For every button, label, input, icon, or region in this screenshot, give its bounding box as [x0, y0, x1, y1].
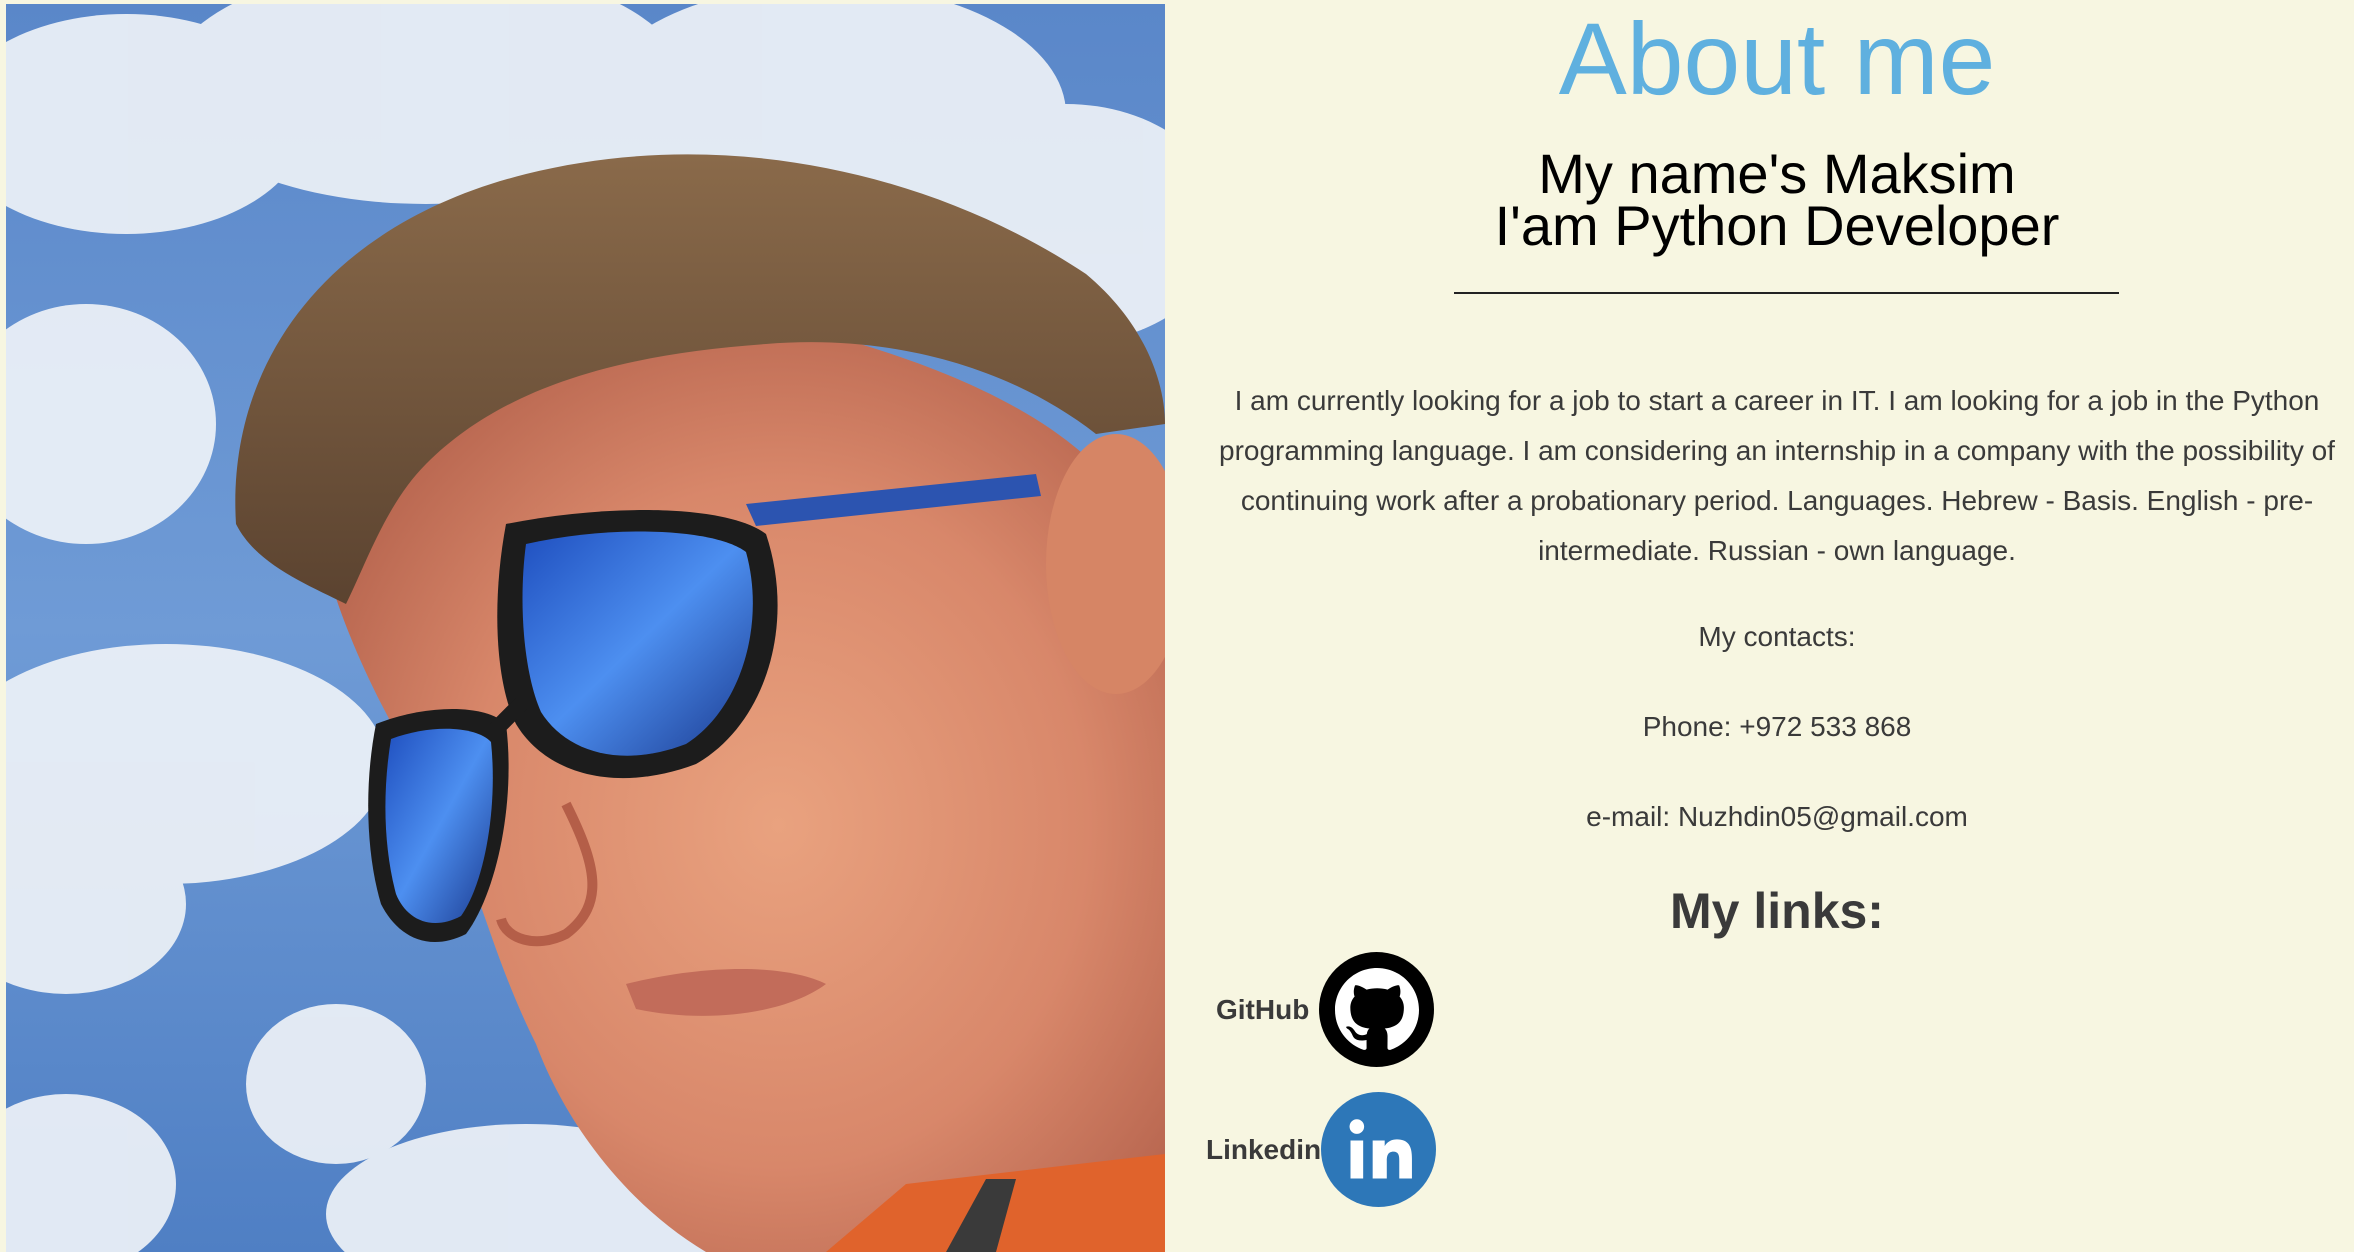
page: About me My name's Maksim I'am Python De… — [0, 0, 2354, 1252]
intro-role: I'am Python Developer — [1494, 194, 2060, 257]
contact-email[interactable]: e-mail: Nuzhdin05@gmail.com — [1210, 800, 2344, 834]
page-title: About me — [1558, 2, 1996, 116]
github-link[interactable]: GitHub — [1216, 952, 1435, 1067]
about-section: About me My name's Maksim I'am Python De… — [1206, 0, 2344, 1252]
intro-heading: My name's Maksim I'am Python Developer — [1210, 142, 2344, 257]
linkedin-link[interactable]: Linkedin — [1206, 1092, 1437, 1207]
contacts-heading: My contacts: — [1698, 621, 1856, 652]
profile-photo — [6, 4, 1165, 1252]
intro-name: My name's Maksim — [1538, 142, 2016, 205]
contact-phone[interactable]: Phone: +972 533 868 — [1210, 710, 2344, 744]
links-heading: My links: — [1670, 883, 1884, 939]
linkedin-link-label: Linkedin — [1206, 1133, 1322, 1165]
divider — [1454, 292, 2119, 294]
linkedin-icon[interactable] — [1321, 1092, 1437, 1207]
github-icon[interactable] — [1319, 952, 1435, 1067]
github-link-label: GitHub — [1216, 993, 1310, 1025]
bio-paragraph: I am currently looking for a job to star… — [1219, 385, 2335, 566]
